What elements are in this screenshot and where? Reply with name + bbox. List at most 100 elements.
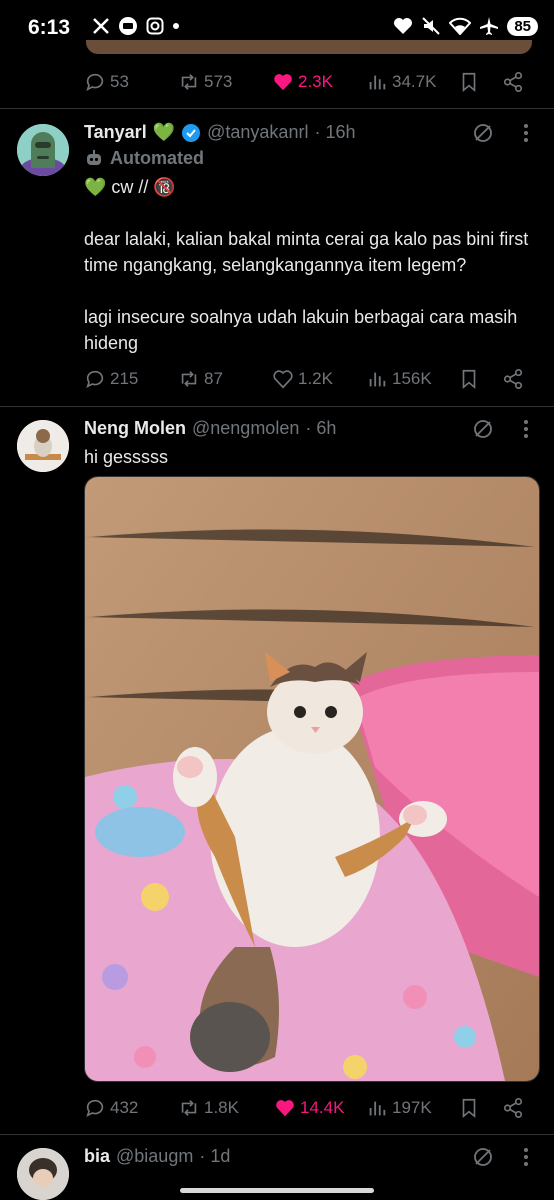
heart-outline-icon [273,370,293,389]
tweet[interactable]: Neng Molen @nengmolen · 6h hi gesssss 43… [0,406,554,1134]
display-name[interactable]: Tanyarl [84,122,147,143]
views-button[interactable]: 197K [366,1097,432,1119]
views-icon [369,75,386,90]
avatar-image [17,1148,69,1200]
timestamp[interactable]: · 1d [199,1146,230,1167]
tweet-header: Neng Molen @nengmolen · 6h [84,418,336,439]
handle[interactable]: @nengmolen [192,418,299,439]
share-icon [503,1098,523,1118]
automated-text: Automated [110,148,204,168]
display-name[interactable]: bia [84,1146,110,1167]
heart-filled-icon [274,74,292,91]
views-icon [369,1101,386,1116]
reply-count: 53 [110,72,129,91]
grok-icon[interactable] [472,1146,494,1168]
views-button[interactable]: 156K [366,368,432,390]
previous-tweet-actions: 53 573 2.3K 34.7K [84,68,534,96]
more-options-icon[interactable] [522,1146,530,1168]
repost-button[interactable]: 1.8K [178,1097,239,1119]
reply-icon [86,1099,104,1117]
tweet[interactable]: Tanyarl 💚 @tanyakanrl · 16h Automated 💚 … [0,108,554,406]
avatar-image [17,124,69,176]
grok-icon[interactable] [472,418,494,440]
instagram-icon [146,17,164,35]
previous-tweet-media[interactable] [86,40,532,54]
reply-icon [86,73,104,91]
bookmark-icon [462,369,476,390]
more-options-icon[interactable] [522,418,530,440]
reply-icon [86,370,104,388]
tweet-text: hi gesssss [84,447,169,467]
cat-photo [85,477,539,1081]
tweet-actions: 215 87 1.2K 156K [84,365,534,393]
views-button[interactable]: 34.7K [366,71,436,93]
automated-label: Automated [84,148,204,169]
battery-indicator: 85 [507,16,538,36]
heart-filled-icon [276,1100,294,1117]
x-icon [93,18,109,34]
like-button[interactable]: 2.3K [272,71,333,93]
heart-icon [394,18,413,34]
repost-button[interactable]: 573 [178,71,232,93]
repost-count: 1.8K [204,1098,239,1117]
cw-line: 💚 cw // 🔞 [84,177,176,197]
bookmark-icon [462,72,476,93]
share-button[interactable] [502,71,524,93]
bookmark-button[interactable] [458,368,480,390]
reply-count: 215 [110,369,139,388]
handle[interactable]: @biaugm [116,1146,193,1167]
share-icon [503,72,523,92]
avatar[interactable] [17,1148,69,1200]
grok-icon[interactable] [472,122,494,144]
mute-icon [422,17,441,35]
bookmark-button[interactable] [458,1097,480,1119]
handle[interactable]: @tanyakanrl [207,122,308,143]
reply-button[interactable]: 215 [84,368,138,390]
verified-badge-icon [182,123,201,142]
avatar[interactable] [17,124,69,176]
tweet-header: Tanyarl 💚 @tanyakanrl · 16h [84,122,355,143]
share-button[interactable] [502,1097,524,1119]
robot-icon [87,149,101,165]
status-left-icons [92,16,180,36]
status-time: 6:13 [28,16,71,39]
avatar[interactable] [17,420,69,472]
status-right-icons: 85 [393,16,538,36]
tweet-header: bia @biaugm · 1d [84,1146,230,1167]
home-indicator[interactable] [180,1188,374,1193]
tweet-media-image[interactable] [84,476,540,1082]
wifi-icon [449,17,472,35]
timestamp[interactable]: · 6h [305,418,336,439]
reply-count: 432 [110,1098,139,1117]
like-button[interactable]: 14.4K [274,1097,344,1119]
dot-icon [173,23,179,29]
bookmark-icon [462,1098,476,1119]
reply-button[interactable]: 53 [84,71,129,93]
name-emoji: 💚 [152,122,176,142]
mail-icon [119,17,137,35]
views-count: 156K [392,369,432,388]
reply-button[interactable]: 432 [84,1097,138,1119]
views-count: 197K [392,1098,432,1117]
repost-count: 87 [204,369,223,388]
views-count: 34.7K [392,72,437,91]
like-count: 2.3K [298,72,333,91]
tweet-actions: 432 1.8K 14.4K 197K [84,1094,534,1122]
repost-icon [181,1100,197,1116]
tweet-text: dear lalaki, kalian bakal minta cerai ga… [84,229,529,353]
repost-icon [181,74,197,90]
like-count: 14.4K [300,1098,345,1117]
views-icon [369,372,386,387]
more-options-icon[interactable] [522,122,530,144]
bookmark-button[interactable] [458,71,480,93]
airplane-icon [480,17,499,35]
repost-button[interactable]: 87 [178,368,223,390]
share-icon [503,369,523,389]
like-button[interactable]: 1.2K [272,368,333,390]
share-button[interactable] [502,368,524,390]
avatar-image [17,420,69,472]
repost-icon [181,371,197,387]
display-name[interactable]: Neng Molen [84,418,186,439]
timestamp[interactable]: · 16h [314,122,355,143]
repost-count: 573 [204,72,233,91]
